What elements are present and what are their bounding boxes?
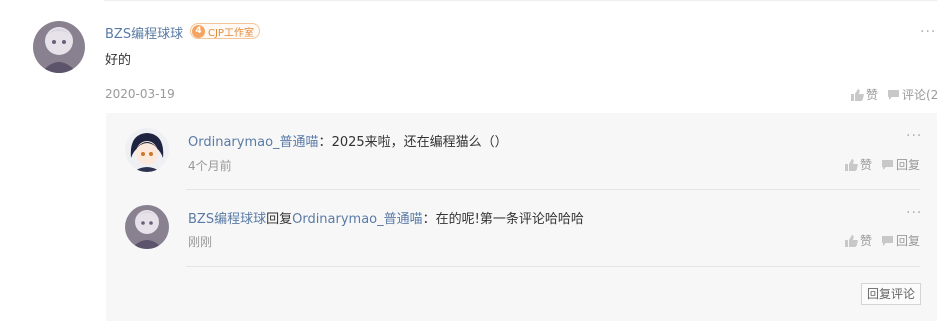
- reply-label: 回复: [896, 158, 921, 172]
- comment-count-label: 评论(2: [902, 88, 937, 102]
- avatar[interactable]: [125, 128, 169, 172]
- reply-button[interactable]: 回复: [881, 156, 920, 173]
- comment-text: 好的: [105, 53, 132, 68]
- reply-button[interactable]: 回复: [881, 232, 920, 249]
- like-label: 赞: [866, 88, 879, 102]
- reply-divider: [186, 189, 920, 190]
- like-button[interactable]: 赞: [845, 232, 872, 249]
- more-icon[interactable]: ···: [906, 129, 922, 143]
- badge-label: CJP工作室: [208, 27, 254, 39]
- like-button[interactable]: 赞: [851, 86, 878, 103]
- avatar[interactable]: [33, 21, 85, 73]
- avatar[interactable]: [125, 205, 169, 249]
- more-icon[interactable]: ···: [920, 25, 936, 39]
- reply-header: BZS编程球球回复Ordinarymao_普通喵：在的呢!第一条评论哈哈哈: [188, 208, 584, 227]
- comment-date: 2020-03-19: [105, 87, 175, 101]
- thumbs-up-icon: [851, 88, 864, 101]
- reply-time: 刚刚: [188, 235, 213, 249]
- comment-author[interactable]: BZS编程球球: [105, 23, 183, 42]
- thumbs-up-icon: [845, 234, 858, 247]
- reply-text: 在的呢!第一条评论哈哈哈: [435, 212, 584, 227]
- top-divider: [104, 0, 937, 1]
- reply-comment-button[interactable]: 回复评论: [861, 283, 921, 305]
- thumbs-up-icon: [845, 158, 858, 171]
- reply-time: 4个月前: [188, 159, 232, 173]
- comment-button[interactable]: 评论(2: [887, 86, 937, 103]
- reply-header: Ordinarymao_普通喵：2025来啦，还在编程猫么（）: [188, 131, 508, 150]
- separator: ：: [422, 212, 436, 227]
- team-badge[interactable]: 4 CJP工作室: [190, 23, 260, 39]
- separator: ：: [318, 135, 332, 150]
- like-button[interactable]: 赞: [845, 156, 872, 173]
- reply-text: 2025来啦，还在编程猫么（）: [331, 135, 508, 150]
- comment-icon: [882, 159, 893, 170]
- reply-author[interactable]: BZS编程球球: [188, 212, 266, 227]
- reply-divider: [186, 266, 920, 267]
- like-label: 赞: [860, 158, 873, 172]
- reply-word: 回复: [266, 212, 293, 227]
- reply-label: 回复: [896, 234, 921, 248]
- like-label: 赞: [860, 234, 873, 248]
- more-icon[interactable]: ···: [906, 206, 922, 220]
- reply-target[interactable]: Ordinarymao_普通喵: [292, 212, 423, 227]
- badge-level: 4: [192, 24, 205, 38]
- comment-icon: [888, 89, 899, 100]
- reply-author[interactable]: Ordinarymao_普通喵: [188, 135, 319, 150]
- comment-icon: [882, 235, 893, 246]
